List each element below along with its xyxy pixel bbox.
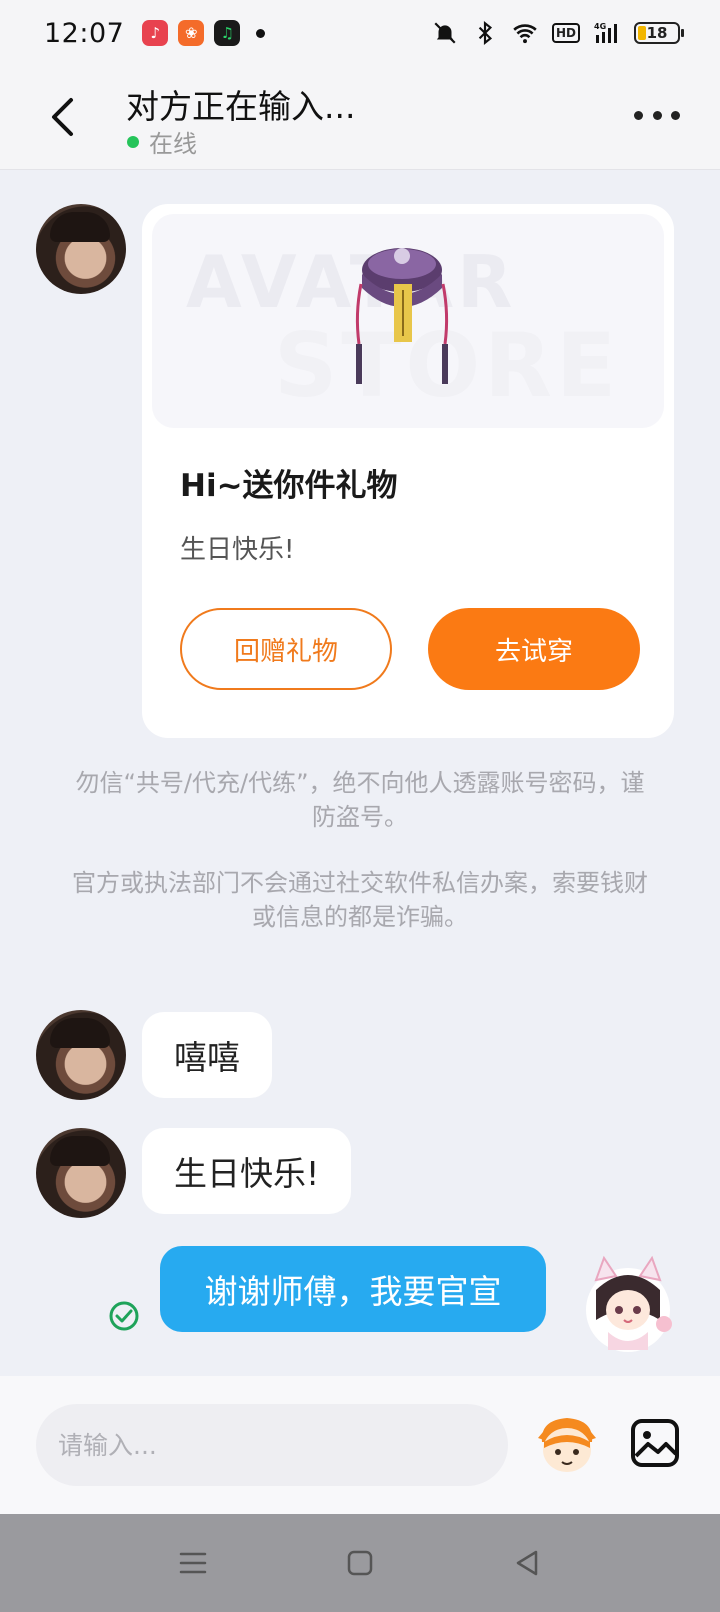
more-dot-icon (671, 110, 680, 120)
message-bubble[interactable]: 嘻嘻 (142, 1012, 272, 1098)
sender-avatar[interactable] (36, 204, 126, 294)
emoji-sticker-icon[interactable] (534, 1412, 600, 1478)
chevron-left-icon (52, 98, 73, 136)
message-input[interactable] (36, 1404, 508, 1486)
status-time: 12:07 (44, 17, 125, 49)
page-title: 对方正在输入... (126, 87, 356, 126)
sender-avatar[interactable] (36, 1128, 126, 1218)
message-bubble[interactable]: 生日快乐! (142, 1128, 352, 1214)
my-avatar[interactable] (574, 1250, 682, 1358)
read-check-icon (109, 1301, 139, 1331)
svg-text:4G: 4G (594, 22, 606, 31)
bluetooth-icon (478, 20, 493, 46)
security-notice: 勿信“共号/代充/代练”，绝不向他人透露账号密码，谨防盗号。 (75, 769, 645, 831)
battery-indicator: 18 (634, 22, 684, 44)
multi-app-icon: ❀ (178, 20, 205, 46)
chat-header: 对方正在输入... 在线 (0, 66, 720, 170)
status-app-icons: ♪ ❀ ♫ (142, 20, 266, 46)
online-status-label: 在线 (149, 130, 197, 158)
status-indicators: HD 4G 18 (432, 20, 684, 46)
music-app-icon: ♪ (142, 20, 169, 46)
battery-level: 18 (646, 24, 668, 42)
back-nav-button[interactable] (507, 1543, 547, 1583)
menu-nav-button[interactable] (173, 1543, 213, 1583)
gift-card: AVATAR STORE Hi~送你件礼物 生日快乐! 回赠礼物 去试穿 (142, 204, 674, 738)
system-nav-bar (0, 1514, 720, 1612)
signal-icon: 4G (594, 22, 617, 43)
online-dot-icon (127, 135, 139, 148)
gift-message: 生日快乐! (180, 535, 295, 565)
more-options-button[interactable] (634, 102, 680, 128)
back-button[interactable] (44, 94, 80, 140)
back-triangle-icon (516, 1550, 537, 1576)
home-nav-button[interactable] (340, 1543, 380, 1583)
my-message-bubble[interactable]: 谢谢师傅，我要官宣 (160, 1246, 546, 1332)
menu-icon (180, 1552, 207, 1574)
sender-avatar[interactable] (36, 1010, 126, 1100)
try-on-button[interactable]: 去试穿 (428, 608, 640, 690)
gift-image: AVATAR STORE (152, 214, 664, 428)
hd-badge: HD (551, 23, 580, 43)
more-dot-icon (652, 110, 662, 120)
input-bar (0, 1376, 720, 1514)
home-square-icon (347, 1550, 373, 1576)
notification-dot-icon (256, 28, 266, 38)
gift-hat-icon (355, 248, 449, 384)
status-bar: 12:07 ♪ ❀ ♫ HD 4G 18 (0, 0, 720, 66)
online-status: 在线 (127, 124, 197, 159)
gift-title: Hi~送你件礼物 (180, 468, 398, 504)
qq-music-app-icon: ♫ (214, 20, 241, 46)
return-gift-button[interactable]: 回赠礼物 (180, 608, 392, 690)
more-dot-icon (634, 110, 643, 120)
fraud-notice: 官方或执法部门不会通过社交软件私信办案，索要钱财或信息的都是诈骗。 (72, 869, 648, 931)
mute-vibrate-icon (434, 22, 456, 44)
wifi-icon (513, 24, 537, 44)
image-picker-icon[interactable] (630, 1418, 680, 1468)
